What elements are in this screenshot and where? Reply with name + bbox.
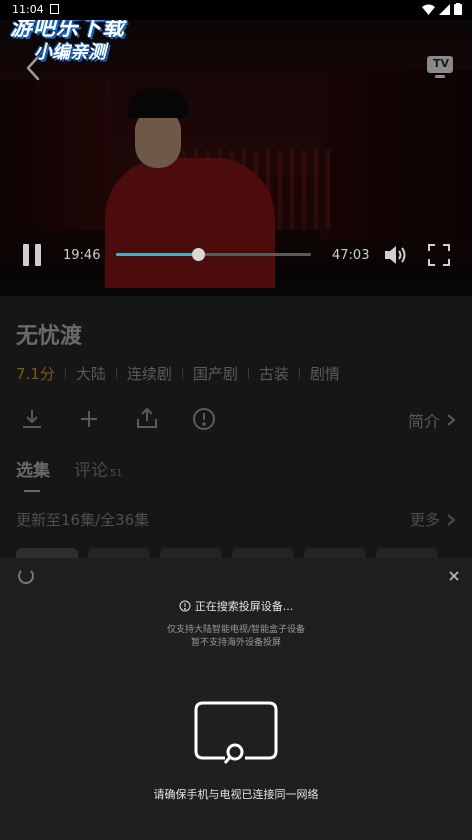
status-time: 11:04	[12, 3, 44, 16]
notification-icon	[50, 4, 59, 14]
info-circle-icon	[179, 600, 191, 612]
current-time: 19:46	[63, 248, 101, 263]
share-icon	[137, 407, 157, 428]
wifi-icon	[422, 4, 435, 15]
battery-icon	[454, 3, 462, 15]
searching-status: 正在搜索投屏设备...	[0, 598, 472, 614]
brief-label: 简介	[407, 412, 440, 431]
signal-icon	[439, 3, 450, 15]
chevron-right-icon	[447, 513, 456, 526]
fullscreen-button[interactable]	[427, 243, 451, 267]
seek-handle[interactable]	[191, 248, 205, 261]
network-tip: 请确保手机与电视已连接同一网络	[153, 788, 319, 801]
tag-genre-drama: 剧情	[309, 365, 340, 383]
show-meta: 7.1分 大陆 连续剧 国产剧 古装 剧情	[16, 363, 340, 384]
cast-device-sheet: 正在搜索投屏设备... 仅支持大陆智能电视/智能盒子设备 暂不支持海外设备投屏 …	[0, 558, 472, 840]
fullscreen-icon	[428, 244, 450, 266]
show-title: 无忧渡	[16, 324, 83, 349]
support-note: 仅支持大陆智能电视/智能盒子设备	[166, 625, 306, 635]
action-bar: 简介	[0, 404, 472, 434]
close-icon	[449, 571, 459, 581]
add-button[interactable]	[76, 406, 102, 432]
status-bar: 11:04	[0, 0, 472, 20]
tab-comments-label: 评论	[74, 461, 108, 481]
share-button[interactable]	[134, 406, 160, 432]
brief-link[interactable]: 简介	[408, 408, 456, 432]
plus-icon	[81, 411, 97, 427]
tag-genre-costume: 古装	[258, 365, 289, 383]
video-player[interactable]: 游吧乐下载 小编亲测 TV 19:46 47:03	[0, 0, 472, 296]
tag-region: 大陆	[75, 365, 106, 383]
loading-spinner-icon	[18, 568, 34, 584]
show-score: 7.1分	[16, 365, 55, 383]
more-episodes-link[interactable]: 更多	[410, 509, 456, 530]
tag-origin: 国产剧	[192, 365, 238, 383]
tab-comments[interactable]: 评论 51	[74, 456, 123, 481]
chevron-right-icon	[447, 414, 456, 426]
pause-icon	[23, 244, 29, 266]
tv-label: TV	[433, 57, 450, 70]
tv-search-icon	[193, 700, 279, 766]
info-circle-icon	[193, 408, 215, 430]
volume-icon	[385, 246, 406, 264]
episode-update-status: 更新至16集/全36集	[16, 511, 150, 529]
watermark-line2: 小编亲测	[34, 42, 106, 63]
seek-progress	[116, 253, 198, 256]
tag-type: 连续剧	[126, 365, 172, 383]
comments-count: 51	[110, 468, 123, 479]
report-button[interactable]	[191, 406, 217, 432]
close-button[interactable]	[446, 568, 462, 584]
overseas-note: 暂不支持海外设备投屏	[190, 638, 281, 648]
cast-tv-button[interactable]: TV	[424, 54, 456, 80]
tab-episodes[interactable]: 选集	[16, 456, 50, 492]
content-tabs: 选集 评论 51	[16, 456, 123, 492]
seek-bar[interactable]	[116, 248, 311, 261]
download-button[interactable]	[19, 406, 45, 432]
searching-text: 正在搜索投屏设备...	[194, 600, 294, 613]
more-label: 更多	[409, 511, 440, 529]
player-controls: 19:46 47:03	[0, 236, 472, 276]
total-time: 47:03	[332, 248, 370, 263]
download-icon	[23, 410, 41, 428]
volume-button[interactable]	[382, 242, 408, 268]
show-details: 无忧渡 7.1分 大陆 连续剧 国产剧 古装 剧情 简介 选集 评论 51 更新…	[0, 296, 472, 560]
pause-button[interactable]	[22, 244, 42, 266]
